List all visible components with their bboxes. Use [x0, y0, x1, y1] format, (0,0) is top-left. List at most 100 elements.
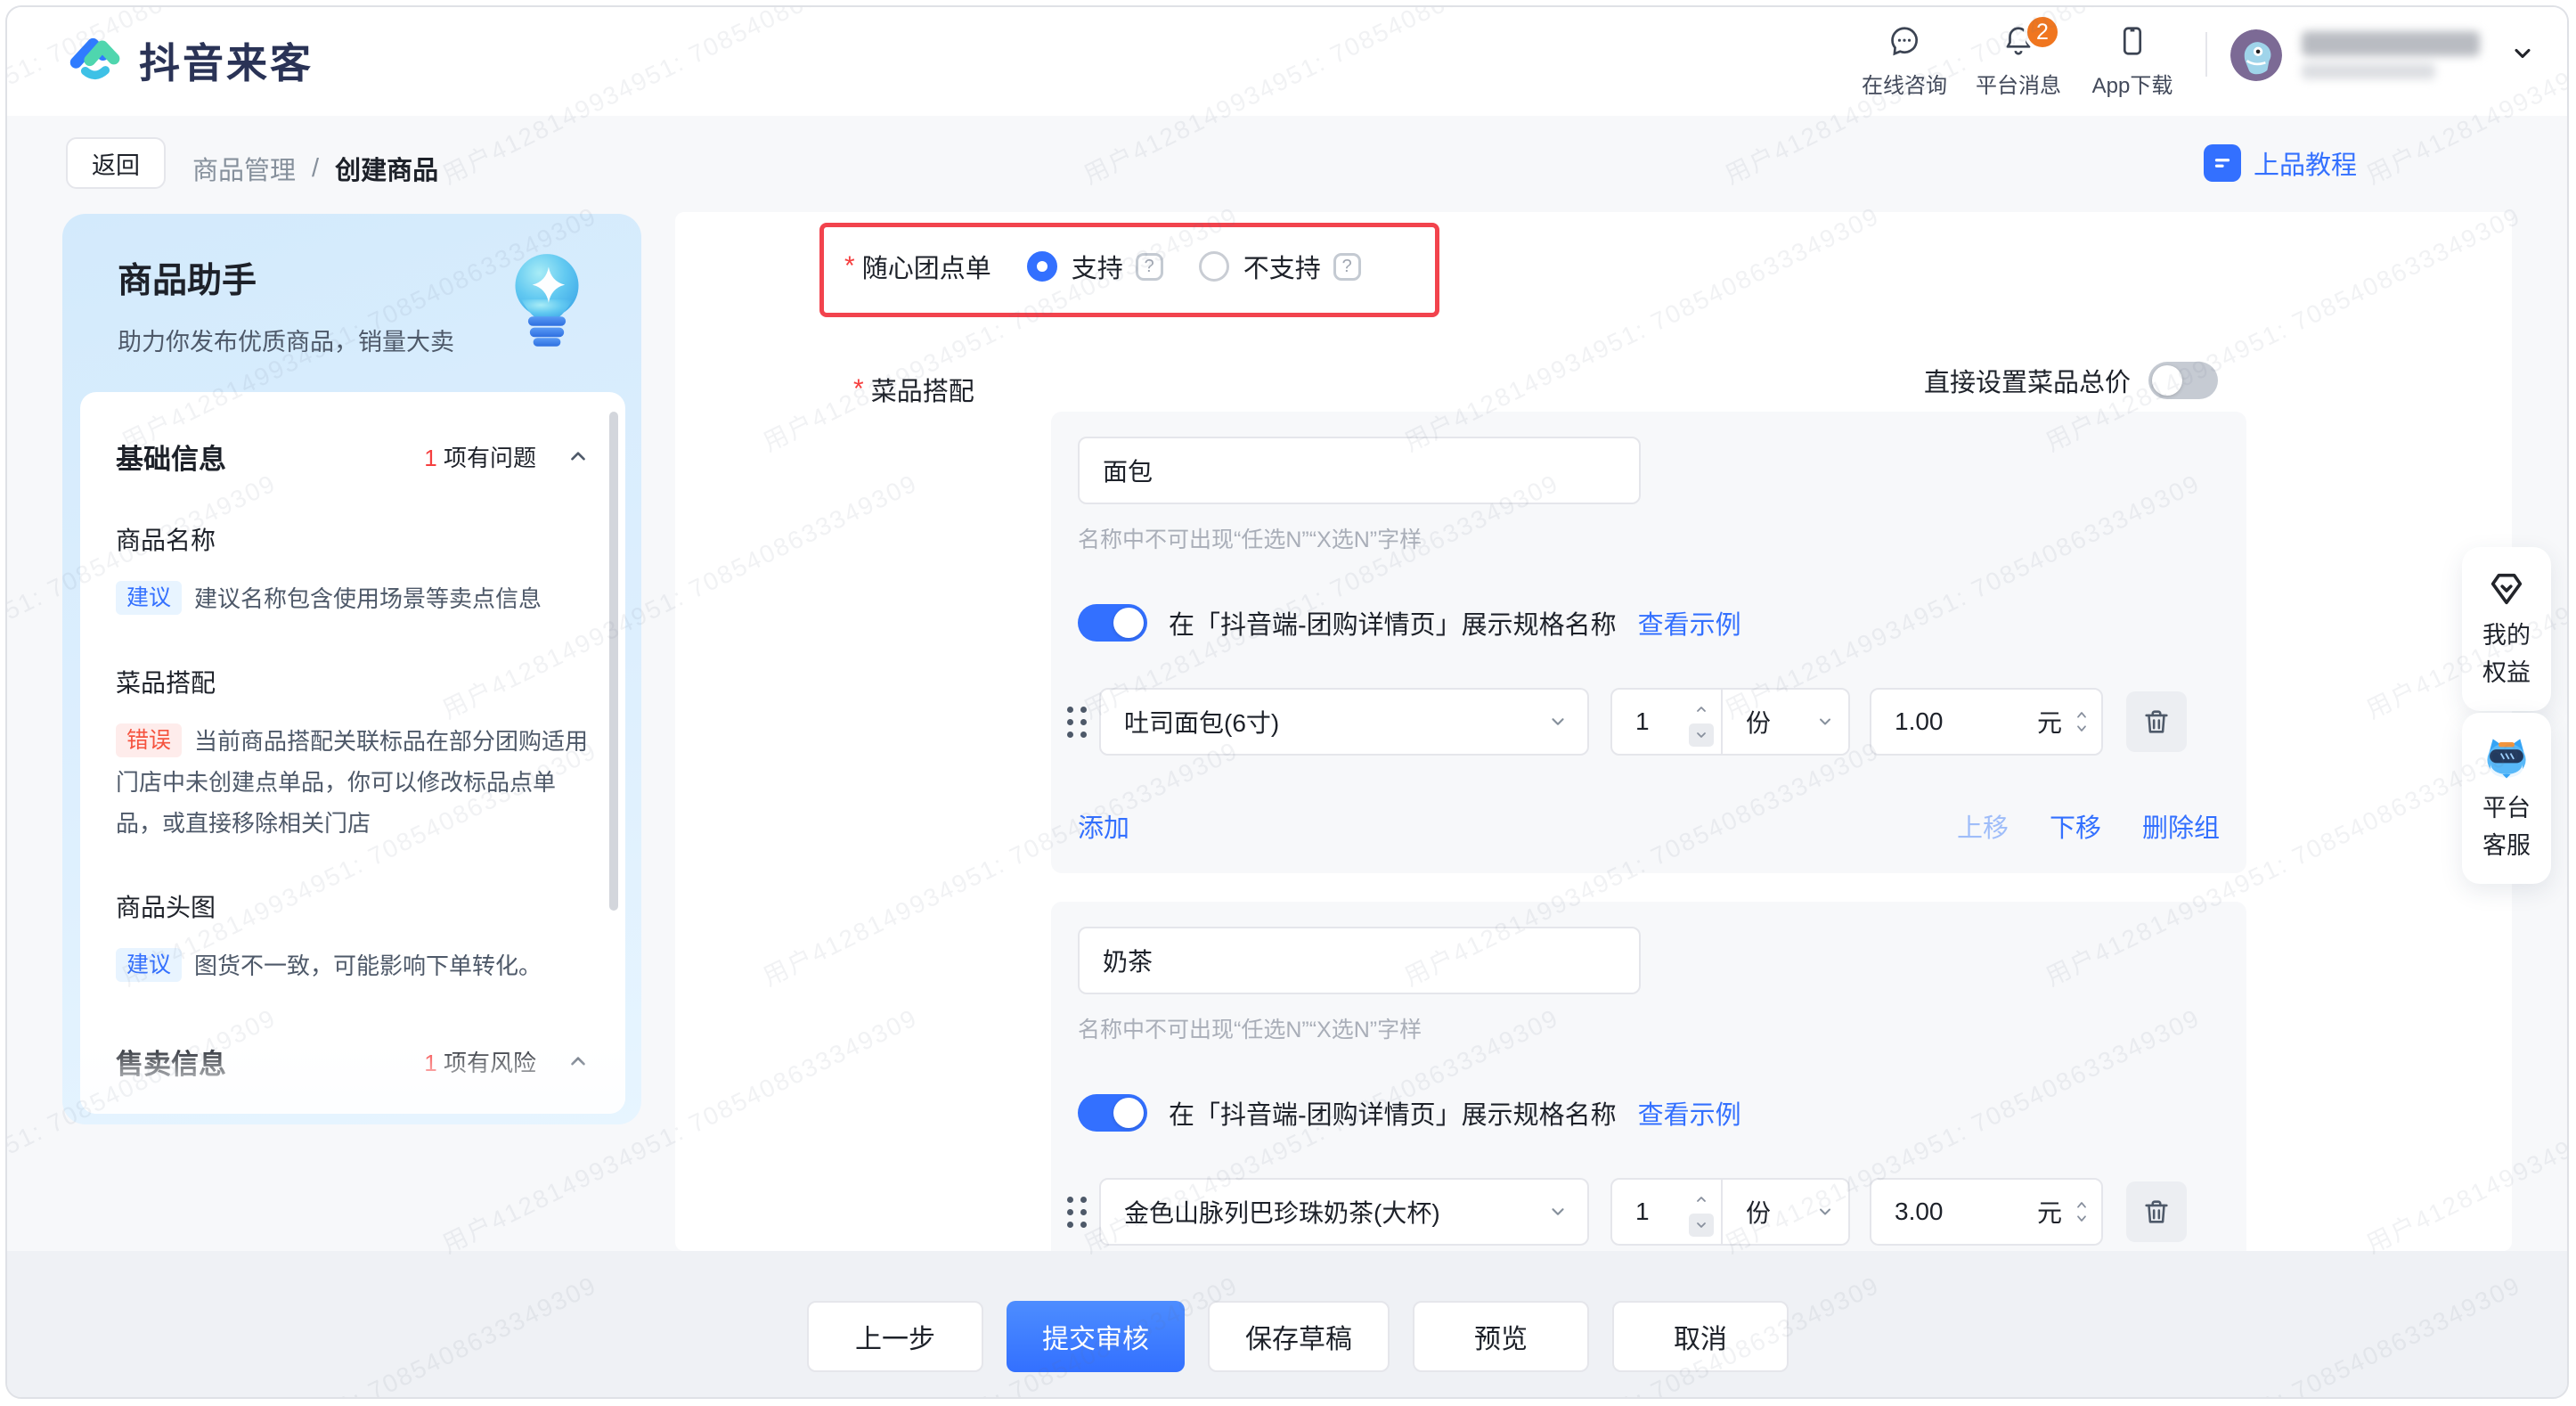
radio-not-support[interactable]: 不支持 ? [1199, 248, 1361, 285]
my-benefits-widget[interactable]: 我的 权益 [2462, 547, 2551, 711]
dish-group-card-2: 名称中不可出现“任选N”“X选N”字样 在「抖音端-团购详情页」展示规格名称 查… [1051, 902, 2246, 1251]
group-name-input[interactable] [1078, 437, 1641, 504]
footer-buttons: 上一步 提交审核 保存草稿 预览 取消 [807, 1301, 1789, 1372]
breadcrumb-row: 返回 商品管理 / 创建商品 上品教程 [7, 116, 2567, 216]
section-sale-info[interactable]: 售卖信息 1 项有风险 [116, 1042, 590, 1082]
spec-display-row: 在「抖音端-团购详情页」展示规格名称 查看示例 [1078, 1094, 2220, 1132]
view-example-link[interactable]: 查看示例 [1638, 1094, 1741, 1132]
benefits-label-line: 我的 [2462, 617, 2551, 654]
preview-button[interactable]: 预览 [1413, 1301, 1589, 1372]
product-tutorial-link[interactable]: 上品教程 [2204, 144, 2357, 182]
create-product-form: * 随心团点单 支持 ? 不支持 ? * 菜品搭配 直接设置菜品总价 名称中不可… [675, 212, 2512, 1251]
add-dish-link[interactable]: 添加 [1078, 807, 1129, 845]
price-stepper[interactable] [2075, 708, 2089, 735]
spec-display-row: 在「抖音端-团购详情页」展示规格名称 查看示例 [1078, 604, 2220, 642]
username-redacted [2302, 31, 2480, 79]
breadcrumb-parent[interactable]: 商品管理 [192, 150, 296, 187]
tutorial-doc-icon [2204, 144, 2241, 182]
section-basic-info[interactable]: 基础信息 1 项有问题 [116, 437, 590, 477]
flex-group-order-label: 随心团点单 [862, 248, 991, 285]
view-example-link[interactable]: 查看示例 [1638, 604, 1741, 642]
delete-group-link[interactable]: 删除组 [2142, 807, 2220, 845]
price-input[interactable] [1871, 707, 1978, 737]
group-name-input[interactable] [1078, 927, 1641, 994]
assistant-checklist-card: 基础信息 1 项有问题 商品名称 建议建议名称包含使用场景等卖点信息 菜品搭配 … [80, 392, 625, 1114]
app-download-button[interactable]: App下载 [2075, 24, 2189, 99]
unit-select[interactable]: 份 [1721, 690, 1848, 754]
flex-group-order-field: * 随心团点单 支持 ? 不支持 ? [844, 248, 1361, 285]
quantity-input[interactable] [1612, 690, 1682, 754]
avatar[interactable] [2230, 29, 2282, 81]
help-question-icon[interactable]: ? [1136, 253, 1163, 281]
section-status: 1 项有问题 [424, 440, 536, 473]
section-title: 基础信息 [116, 437, 424, 477]
quantity-unit-control: 份 [1610, 1178, 1850, 1246]
radio-unselected-icon[interactable] [1199, 251, 1229, 282]
douyin-laike-logo-icon [66, 29, 125, 92]
check-item-line: 建议图货不一致，可能影响下单转化。 [116, 945, 590, 986]
app-logo[interactable]: 抖音来客 [66, 29, 314, 92]
chevron-up-icon[interactable] [567, 1050, 590, 1074]
top-bar: 抖音来客 在线咨询 [7, 7, 2567, 116]
platform-messages-button[interactable]: 2 平台消息 [1961, 24, 2075, 99]
back-button[interactable]: 返回 [66, 137, 166, 189]
footer-bar: 上一步 提交审核 保存草稿 预览 取消 [7, 1251, 2567, 1397]
chevron-down-icon [1816, 713, 1834, 731]
spec-display-switch[interactable] [1078, 1094, 1147, 1132]
dish-select[interactable]: 金色山脉列巴珍珠奶茶(大杯) [1099, 1178, 1589, 1246]
drag-handle-icon[interactable] [1064, 1197, 1090, 1228]
tutorial-label: 上品教程 [2254, 144, 2357, 182]
user-menu-chevron-down-icon[interactable] [2510, 41, 2535, 70]
assistant-title: 商品助手 [118, 253, 257, 303]
chevron-up-icon[interactable] [567, 446, 590, 469]
drag-handle-icon[interactable] [1064, 707, 1090, 738]
total-price-toggle-row: 直接设置菜品总价 [1924, 362, 2218, 399]
suggest-badge: 建议 [116, 948, 182, 982]
price-input[interactable] [1871, 1197, 1978, 1227]
help-question-icon[interactable]: ? [1333, 253, 1361, 281]
move-up-link[interactable]: 上移 [1957, 807, 2009, 845]
lightbulb-icon [504, 249, 590, 354]
stepper-down-icon[interactable] [1689, 1214, 1714, 1237]
platform-service-widget[interactable]: 平台 客服 [2462, 713, 2551, 884]
spec-display-text: 在「抖音端-团购详情页」展示规格名称 [1169, 1094, 1617, 1132]
price-stepper[interactable] [2075, 1198, 2089, 1225]
top-bar-right: 在线咨询 2 平台消息 App下 [1847, 20, 2535, 103]
service-mascot-icon [2462, 734, 2551, 782]
dish-combo-label: 菜品搭配 [871, 371, 974, 408]
delete-dish-button[interactable] [2126, 1181, 2187, 1242]
radio-not-support-label: 不支持 [1243, 248, 1321, 285]
chevron-down-icon [1548, 1202, 1568, 1222]
chevron-down-icon [1548, 712, 1568, 732]
check-item-label: 商品头图 [116, 888, 590, 924]
total-price-switch[interactable] [2148, 362, 2218, 399]
logo-text: 抖音来客 [139, 31, 314, 90]
quantity-input[interactable] [1612, 1180, 1682, 1244]
delete-dish-button[interactable] [2126, 691, 2187, 752]
stepper-up-icon[interactable] [1689, 698, 1714, 721]
submit-review-button[interactable]: 提交审核 [1007, 1301, 1185, 1372]
spec-display-switch[interactable] [1078, 604, 1147, 642]
quantity-unit-control: 份 [1610, 688, 1850, 756]
stepper-up-icon[interactable] [1689, 1188, 1714, 1211]
dish-item-row: 吐司面包(6寸) [1064, 688, 2220, 756]
header-divider [2205, 32, 2207, 77]
radio-selected-icon[interactable] [1027, 251, 1057, 282]
breadcrumb: 商品管理 / 创建商品 [192, 150, 438, 187]
dish-select[interactable]: 吐司面包(6寸) [1099, 688, 1589, 756]
group-actions-row: 添加 上移 下移 删除组 [1078, 807, 2220, 845]
stepper-down-icon[interactable] [1689, 723, 1714, 747]
check-item-line: 错误当前商品搭配关联标品在部分团购适用门店中未创建点单品，你可以修改标品点单品，… [116, 721, 590, 844]
prev-step-button[interactable]: 上一步 [807, 1301, 983, 1372]
unit-select[interactable]: 份 [1721, 1180, 1848, 1244]
cancel-button[interactable]: 取消 [1612, 1301, 1789, 1372]
section-status: 1 项有风险 [424, 1045, 536, 1078]
online-consult-button[interactable]: 在线咨询 [1847, 24, 1961, 99]
move-down-link[interactable]: 下移 [2050, 807, 2101, 845]
breadcrumb-separator: / [312, 154, 319, 184]
dish-select-value: 金色山脉列巴珍珠奶茶(大杯) [1124, 1194, 1440, 1230]
spec-display-text: 在「抖音端-团购详情页」展示规格名称 [1169, 604, 1617, 642]
save-draft-button[interactable]: 保存草稿 [1208, 1301, 1390, 1372]
assistant-scrollbar-thumb[interactable] [609, 412, 618, 911]
radio-support[interactable]: 支持 ? [1027, 248, 1163, 285]
